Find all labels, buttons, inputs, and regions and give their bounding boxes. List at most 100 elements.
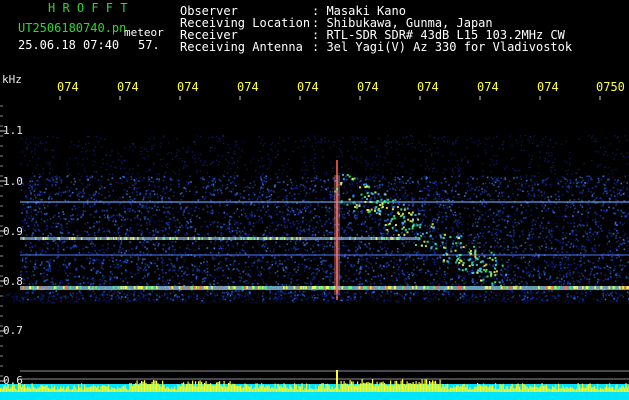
meteor-echo-trail bbox=[374, 207, 377, 210]
noise-dot bbox=[524, 293, 527, 295]
noise-dot bbox=[468, 298, 470, 301]
noise-dot bbox=[430, 297, 432, 300]
noise-dot bbox=[173, 296, 175, 298]
time-tick-label: 074 bbox=[57, 80, 79, 94]
noise-dot bbox=[510, 300, 512, 303]
noise-dot bbox=[269, 292, 271, 295]
noise-dot bbox=[105, 300, 107, 303]
meteor-echo-trail bbox=[412, 225, 414, 228]
carrier-hotspot bbox=[95, 237, 98, 240]
noise-dot bbox=[22, 301, 24, 304]
carrier-hotspot bbox=[259, 286, 262, 289]
noise-dot bbox=[470, 296, 472, 299]
meteor-echo-trail bbox=[446, 253, 449, 256]
noise-dot bbox=[130, 292, 132, 295]
noise-dot bbox=[60, 298, 62, 300]
meteor-echo-trail bbox=[395, 224, 397, 226]
noise-dot bbox=[314, 294, 316, 297]
noise-dot bbox=[567, 299, 569, 302]
detection-count: 57. bbox=[138, 38, 160, 52]
noise-dot bbox=[263, 299, 265, 301]
freq-unit-label: kHz bbox=[2, 73, 22, 86]
meteor-echo-trail bbox=[401, 227, 404, 230]
meteor-echo-trail bbox=[392, 199, 395, 202]
carrier-hotspot bbox=[73, 237, 76, 240]
carrier-hotspot bbox=[519, 286, 522, 289]
noise-dot bbox=[49, 300, 51, 303]
meteor-echo-trail bbox=[471, 271, 474, 274]
noise-dot bbox=[506, 294, 509, 297]
noise-dot bbox=[373, 296, 375, 299]
carrier-hotspot bbox=[137, 286, 140, 289]
carrier-hotspot bbox=[44, 237, 47, 240]
meteor-echo-trail bbox=[385, 206, 388, 209]
carrier-hotspot bbox=[622, 286, 624, 289]
noise-dot bbox=[273, 301, 275, 303]
noise-dot bbox=[165, 298, 168, 301]
noise-dot bbox=[84, 300, 86, 302]
carrier-hotspot bbox=[389, 286, 392, 289]
carrier-hotspot bbox=[358, 286, 361, 289]
noise-dot bbox=[178, 296, 180, 298]
carrier-hotspot bbox=[241, 286, 244, 289]
noise-dot bbox=[192, 292, 194, 295]
noise-dot bbox=[579, 297, 581, 300]
noise-dot bbox=[216, 294, 218, 296]
noise-dot bbox=[332, 298, 334, 300]
noise-dot bbox=[98, 300, 100, 302]
carrier-hotspot bbox=[124, 286, 127, 289]
carrier-hotspot bbox=[299, 237, 301, 240]
noise-dot bbox=[279, 301, 282, 303]
carrier-hotspot bbox=[197, 237, 200, 240]
carrier-hotspot bbox=[53, 286, 56, 289]
antenna-value: : 3el Yagi(V) Az 330 for Vladivostok bbox=[312, 40, 573, 54]
carrier-hotspot bbox=[57, 237, 59, 240]
noise-dot bbox=[264, 301, 267, 304]
noise-dot bbox=[18, 300, 20, 302]
carrier-hotspot bbox=[44, 286, 47, 289]
carrier-hotspot bbox=[110, 237, 112, 240]
noise-dot bbox=[476, 296, 479, 299]
carrier-hotspot bbox=[283, 237, 286, 240]
noise-dot bbox=[90, 295, 92, 297]
noise-dot bbox=[288, 292, 290, 295]
meteor-echo-trail bbox=[387, 198, 390, 201]
noise-dot bbox=[111, 294, 113, 296]
noise-dot bbox=[222, 298, 224, 300]
meteor-echo-trail bbox=[481, 260, 484, 263]
noise-dot bbox=[499, 293, 502, 295]
meteor-echo-trail bbox=[500, 284, 502, 287]
noise-dot bbox=[192, 299, 194, 301]
meteor-echo-trail bbox=[471, 261, 474, 264]
meteor-echo-trail bbox=[364, 201, 367, 203]
meteor-echo-trail bbox=[494, 281, 497, 284]
noise-dot bbox=[434, 296, 436, 298]
meteor-echo-trail bbox=[485, 263, 488, 266]
meteor-echo-trail bbox=[448, 257, 451, 260]
noise-dot bbox=[493, 297, 496, 300]
noise-dot bbox=[609, 300, 612, 302]
carrier-hotspot bbox=[463, 286, 466, 289]
noise-dot bbox=[462, 294, 465, 296]
noise-dot bbox=[158, 292, 161, 294]
meteor-echo-trail bbox=[340, 181, 343, 184]
noise-dot bbox=[9, 292, 12, 295]
noise-dot bbox=[330, 294, 333, 296]
meteor-echo-trail bbox=[403, 233, 406, 236]
meteor-echo-trail bbox=[379, 204, 382, 207]
noise-dot bbox=[291, 296, 294, 298]
carrier-hotspot bbox=[218, 237, 221, 240]
carrier-hotspot bbox=[280, 237, 282, 240]
noise-dot bbox=[274, 293, 277, 296]
time-tick-label: 074 bbox=[237, 80, 259, 94]
noise-dot bbox=[250, 293, 252, 295]
meteor-echo-trail bbox=[464, 268, 467, 271]
carrier-hotspot bbox=[203, 286, 206, 289]
meteor-echo-trail bbox=[458, 237, 460, 240]
noise-dot bbox=[558, 299, 561, 301]
carrier-hotspot bbox=[433, 286, 436, 289]
noise-dot bbox=[472, 300, 474, 302]
noise-dot bbox=[388, 299, 390, 302]
carrier-hotspot bbox=[69, 286, 72, 289]
noise-dot bbox=[238, 296, 240, 298]
